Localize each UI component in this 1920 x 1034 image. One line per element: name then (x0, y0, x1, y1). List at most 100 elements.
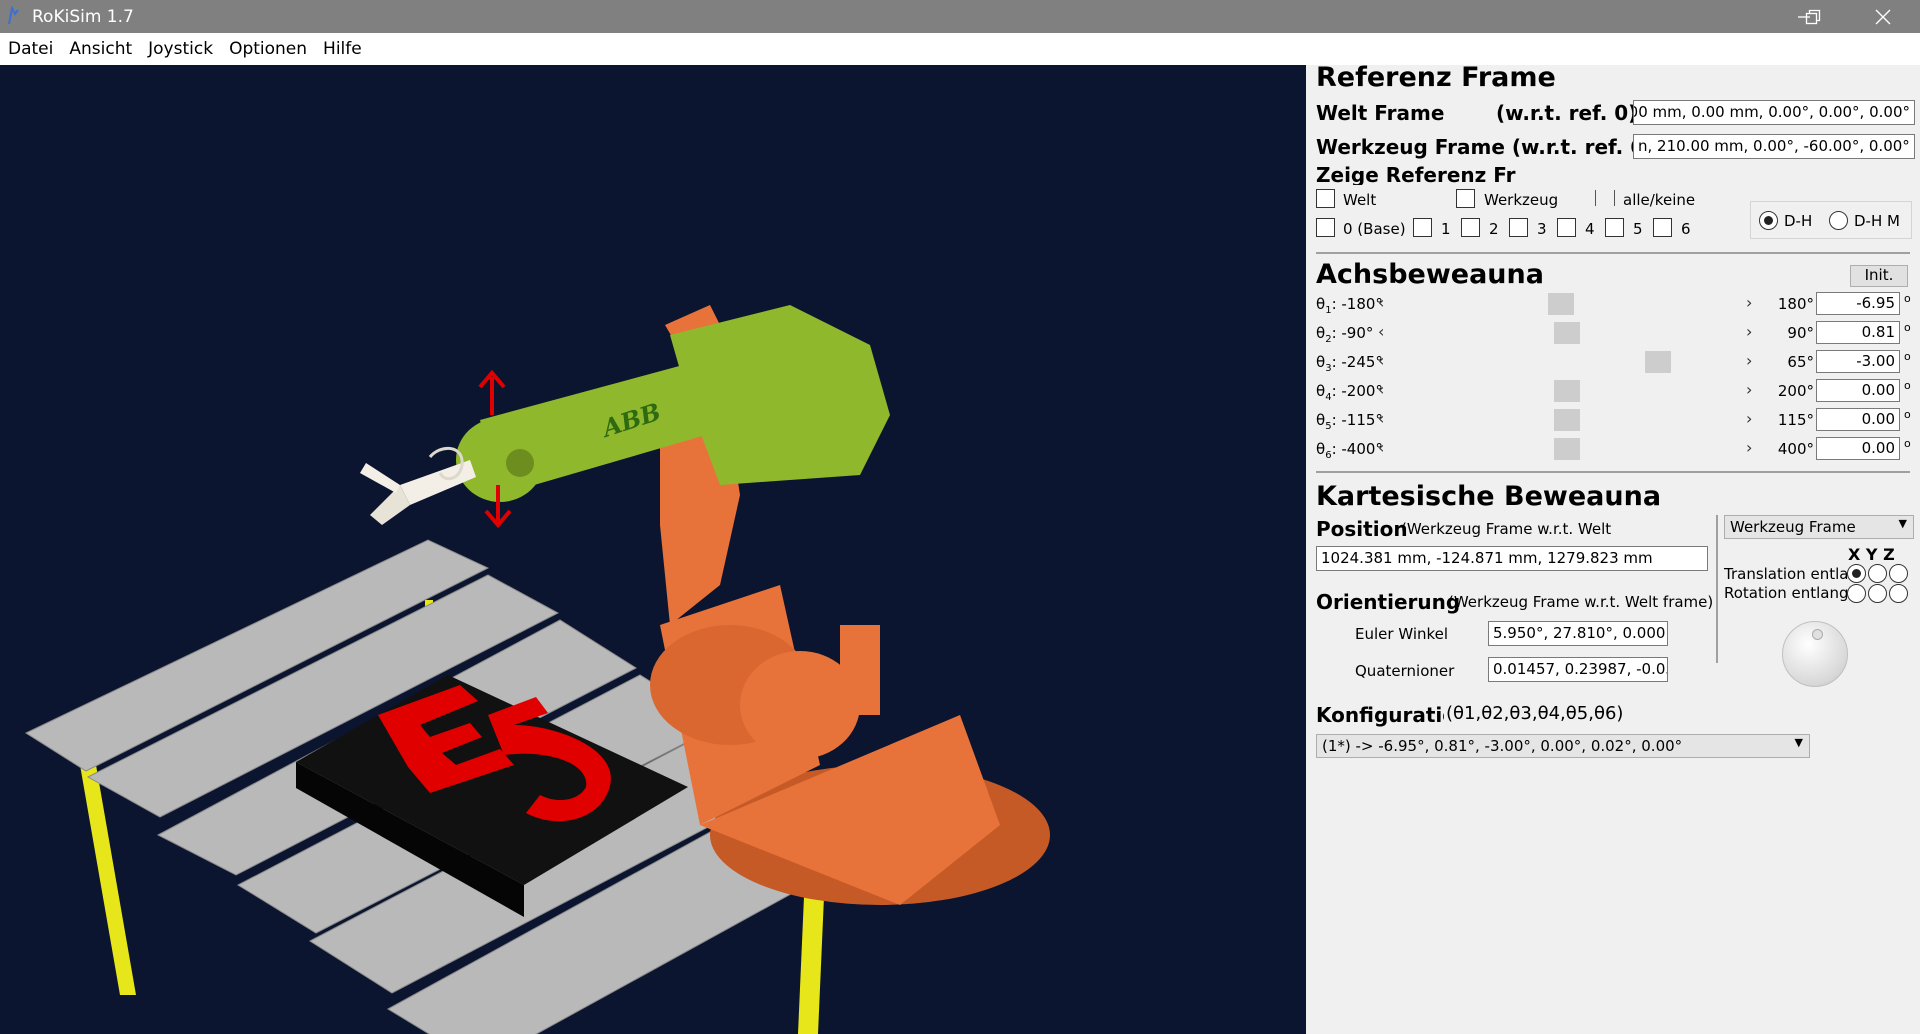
axis-slider[interactable] (1392, 322, 1742, 344)
checkbox-frame-3-label: 3 (1537, 220, 1547, 238)
checkbox-frame-6-label: 6 (1681, 220, 1691, 238)
checkbox-frame-1[interactable] (1413, 218, 1432, 237)
axis-slider-thumb[interactable] (1554, 409, 1580, 431)
zeige-referenz-heading: Zeige Referenz Frar (1316, 163, 1516, 185)
alle-checkbox-edge[interactable] (1614, 190, 1615, 206)
axis-value-field[interactable]: -6.95 (1816, 292, 1900, 315)
menu-datei[interactable]: Datei (8, 39, 53, 59)
welt-frame-field[interactable]: 0 mm, 0.00 mm, 0.00 mm, 0.00°, 0.00°, 0.… (1633, 100, 1915, 125)
axis-increase-button[interactable]: › (1746, 438, 1752, 457)
axis-max-label: 90° (1787, 324, 1814, 342)
checkbox-frame-5[interactable] (1605, 218, 1624, 237)
alle-keine-label[interactable]: alle/keine (1623, 191, 1695, 209)
axis-decrease-button[interactable]: ‹ (1378, 380, 1384, 399)
welt-frame-ref: (w.r.t. ref. 0) (1496, 101, 1638, 125)
radio-dh[interactable] (1759, 211, 1778, 230)
axis-slider-thumb[interactable] (1554, 380, 1580, 402)
axis-slider[interactable] (1392, 409, 1742, 431)
axis-increase-button[interactable]: › (1746, 380, 1752, 399)
checkbox-frame-3[interactable] (1509, 218, 1528, 237)
axis-decrease-button[interactable]: ‹ (1378, 293, 1384, 312)
axis-slider-thumb[interactable] (1554, 322, 1580, 344)
radio-translation-x[interactable] (1847, 564, 1866, 583)
rotation-label: Rotation entlang (1724, 584, 1849, 602)
menu-optionen[interactable]: Optionen (229, 39, 307, 59)
init-button[interactable]: Init. (1850, 265, 1908, 287)
axis-increase-button[interactable]: › (1746, 351, 1752, 370)
checkbox-frame-0[interactable] (1316, 218, 1335, 237)
checkbox-frame-6[interactable] (1653, 218, 1672, 237)
jog-knob[interactable] (1782, 621, 1848, 687)
radio-dh-label: D-H (1784, 212, 1813, 230)
axis-slider[interactable] (1392, 438, 1742, 460)
degree-mark: o (1904, 408, 1911, 421)
menu-hilfe[interactable]: Hilfe (323, 39, 362, 59)
quaternion-label: Quaternioner (1355, 662, 1455, 680)
axis-value-field[interactable]: 0.00 (1816, 379, 1900, 402)
axis-slider[interactable] (1392, 351, 1742, 373)
axis-value-field[interactable]: 0.00 (1816, 437, 1900, 460)
axis-max-label: 115° (1777, 411, 1814, 429)
axis-slider-thumb[interactable] (1548, 293, 1574, 315)
degree-mark: o (1904, 292, 1911, 305)
checkbox-frame-2[interactable] (1461, 218, 1480, 237)
checkbox-frame-0-label: 0 (Base) (1343, 220, 1406, 238)
checkbox-werkzeug[interactable] (1456, 189, 1475, 208)
werkzeug-frame-field[interactable]: n, 210.00 mm, 0.00°, -60.00°, 0.00° (1633, 134, 1915, 159)
3d-viewport[interactable]: ABB (0, 65, 1306, 1034)
frame-select-value: Werkzeug Frame (1730, 518, 1856, 536)
degree-mark: o (1904, 379, 1911, 392)
axis-decrease-button[interactable]: ‹ (1378, 409, 1384, 428)
translation-label: Translation entla (1724, 565, 1849, 583)
euler-field[interactable]: 5.950°, 27.810°, 0.000° (1488, 621, 1668, 646)
axis-decrease-button[interactable]: ‹ (1378, 438, 1384, 457)
app-icon (8, 6, 19, 25)
checkbox-welt-label: Welt (1343, 191, 1377, 209)
position-label: Position (1316, 517, 1408, 541)
dh-radio-group: D-H D-H M (1750, 201, 1912, 239)
chevron-down-icon: ▼ (1898, 517, 1907, 530)
menu-ansicht[interactable]: Ansicht (69, 39, 132, 59)
title-bar: RoKiSim 1.7 (0, 0, 1920, 33)
axis-value-field[interactable]: -3.00 (1816, 350, 1900, 373)
referenz-frame-heading: Referenz Frame (1316, 62, 1556, 93)
maximize-button[interactable] (1783, 0, 1843, 33)
menu-bar: Datei Ansicht Joystick Optionen Hilfe (0, 33, 1920, 65)
axis-slider[interactable] (1392, 380, 1742, 402)
axis-slider-thumb[interactable] (1645, 351, 1671, 373)
radio-rotation-z[interactable] (1889, 584, 1908, 603)
close-button[interactable] (1853, 0, 1913, 33)
radio-translation-y[interactable] (1868, 564, 1887, 583)
checkbox-frame-4[interactable] (1557, 218, 1576, 237)
axis-min-label: θ4: -200° (1316, 382, 1383, 403)
axis-value-field[interactable]: 0.00 (1816, 408, 1900, 431)
radio-rotation-x[interactable] (1847, 584, 1866, 603)
axis-increase-button[interactable]: › (1746, 322, 1752, 341)
checkbox-frame-5-label: 5 (1633, 220, 1643, 238)
konfiguration-select[interactable]: (1*) -> -6.95°, 0.81°, -3.00°, 0.00°, 0.… (1316, 734, 1810, 758)
checkbox-welt[interactable] (1316, 189, 1335, 208)
menu-joystick[interactable]: Joystick (148, 39, 213, 59)
radio-rotation-y[interactable] (1868, 584, 1887, 603)
position-field[interactable]: 1024.381 mm, -124.871 mm, 1279.823 mm (1316, 546, 1708, 571)
separator (1316, 252, 1910, 254)
quaternion-field[interactable]: 0.01457, 0.23987, -0.05884 (1488, 657, 1668, 682)
vertical-separator (1716, 515, 1718, 663)
chevron-down-icon: ▼ (1794, 736, 1803, 749)
axis-max-label: 180° (1777, 295, 1814, 313)
degree-mark: o (1904, 321, 1911, 334)
achsbewegung-heading: Achsbeweauna (1316, 259, 1544, 287)
radio-dhm[interactable] (1829, 211, 1848, 230)
checkbox-frame-1-label: 1 (1441, 220, 1451, 238)
axis-value-field[interactable]: 0.81 (1816, 321, 1900, 344)
frame-select[interactable]: Werkzeug Frame ▼ (1724, 515, 1914, 539)
axis-decrease-button[interactable]: ‹ (1378, 322, 1384, 341)
axis-increase-button[interactable]: › (1746, 409, 1752, 428)
axis-increase-button[interactable]: › (1746, 293, 1752, 312)
axis-slider-thumb[interactable] (1554, 438, 1580, 460)
axis-min-label: θ5: -115° (1316, 411, 1383, 432)
axis-slider[interactable] (1392, 293, 1742, 315)
axis-decrease-button[interactable]: ‹ (1378, 351, 1384, 370)
radio-translation-z[interactable] (1889, 564, 1908, 583)
close-icon (1875, 9, 1891, 24)
